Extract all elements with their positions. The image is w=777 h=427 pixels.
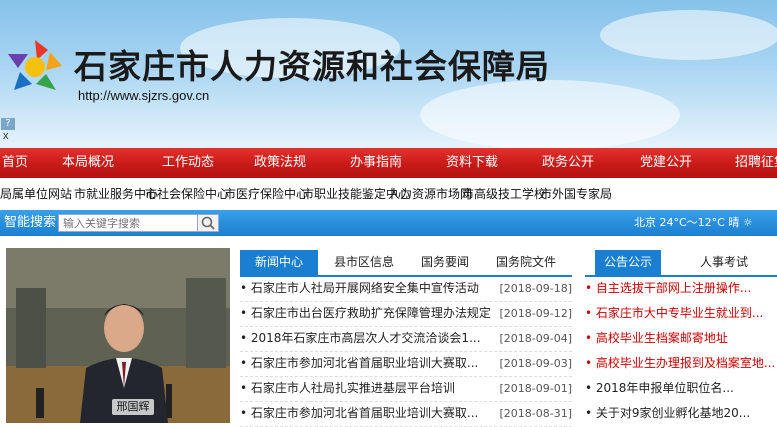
search-input[interactable] (58, 214, 208, 232)
news-item[interactable]: • 石家庄市出台医疗救助扩充保障管理办法规定 [2018-09-12] (240, 301, 572, 327)
news-title[interactable]: • 石家庄市出台医疗救助扩充保障管理办法规定 (240, 301, 495, 326)
nav-item[interactable]: 政务公开 (542, 148, 594, 178)
news-photo[interactable] (6, 248, 230, 423)
photo-caption: 邢国辉 (112, 399, 154, 415)
nav-item[interactable]: 政策法规 (254, 148, 306, 178)
news-title[interactable]: • 2018年石家庄市高层次人才交流洽谈会1... (240, 326, 495, 351)
cloud-decoration (420, 80, 680, 148)
news-item[interactable]: • 石家庄市人社局开展网络安全集中宣传活动 [2018-09-18] (240, 276, 572, 302)
notice-item[interactable]: • 石家庄市大中专毕业生就业到... (585, 301, 777, 326)
news-item[interactable]: • 2018年石家庄市高层次人才交流洽谈会1... [2018-09-04] (240, 326, 572, 352)
news-tab[interactable]: 新闻中心 (240, 250, 318, 275)
search-button[interactable] (197, 214, 219, 232)
nav-item[interactable]: 工作动态 (162, 148, 214, 178)
help-icon[interactable]: ? (1, 118, 15, 130)
quick-link[interactable]: 局属单位网站 (0, 180, 72, 208)
notice-tab[interactable]: 人事考试 (689, 250, 759, 275)
news-date: [2018-09-12] (499, 307, 572, 320)
main-nav: 首页 本局概况 工作动态 政策法规 办事指南 资料下载 政务公开 党建公开 招聘征集 (0, 148, 777, 178)
news-tab[interactable]: 国务要闻 (410, 250, 480, 275)
news-item[interactable]: • 石家庄市参加河北省首届职业培训大赛取... [2018-08-31] (240, 401, 572, 427)
site-header: 石家庄市人力资源和社会保障局 http://www.sjzrs.gov.cn ?… (0, 0, 777, 148)
nav-item[interactable]: 本局概况 (62, 148, 114, 178)
quick-links-bar: 局属单位网站 市就业服务中心 市社会保险中心 市医疗保险中心 市职业技能鉴定中心 人力资源… (0, 180, 777, 208)
news-title[interactable]: • 石家庄市人社局扎实推进基层平台培训 (240, 376, 495, 401)
weather-info: 北京 24°C～12°C 晴 ☼ (634, 216, 753, 229)
news-tabs: 新闻中心 县市区信息 国务要闻 国务院文件 (240, 250, 572, 277)
news-tab[interactable]: 县市区信息 (324, 250, 404, 275)
notice-item[interactable]: • 高校毕业生档案邮寄地址 (585, 326, 777, 351)
news-item[interactable]: • 石家庄市参加河北省首届职业培训大赛取... [2018-09-03] (240, 351, 572, 377)
site-title: 石家庄市人力资源和社会保障局 (74, 47, 550, 86)
search-bar: 智能搜索 北京 24°C～12°C 晴 ☼ (0, 210, 777, 236)
notice-item[interactable]: • 2018年申报单位职位名... (585, 376, 777, 401)
notice-item[interactable]: • 自主选拔干部网上注册操作... (585, 276, 777, 301)
nav-item[interactable]: 办事指南 (350, 148, 402, 178)
nav-item[interactable]: 党建公开 (640, 148, 692, 178)
news-title[interactable]: • 石家庄市参加河北省首届职业培训大赛取... (240, 351, 495, 376)
news-date: [2018-09-04] (499, 332, 572, 345)
quick-link[interactable]: 市社会保险中心 (145, 180, 229, 208)
quick-link[interactable]: 市医疗保险中心 (224, 180, 308, 208)
search-icon (201, 216, 215, 230)
news-tab[interactable]: 国务院文件 (486, 250, 566, 275)
quick-link[interactable]: 人力资源市场网 (388, 180, 472, 208)
nav-item[interactable]: 首页 (2, 148, 28, 178)
quick-link[interactable]: 市外国专家局 (540, 180, 612, 208)
news-date: [2018-08-31] (499, 407, 572, 420)
meeting-photo-image (6, 248, 230, 423)
close-icon[interactable]: x (3, 130, 9, 142)
news-date: [2018-09-01] (499, 382, 572, 395)
site-url[interactable]: http://www.sjzrs.gov.cn (78, 88, 209, 103)
nav-item[interactable]: 资料下载 (446, 148, 498, 178)
bureau-logo-icon[interactable] (4, 36, 66, 98)
notice-tab[interactable]: 公告公示 (595, 250, 661, 275)
news-date: [2018-09-03] (499, 357, 572, 370)
notice-item[interactable]: • 关于对9家创业孵化基地20... (585, 401, 777, 426)
notice-item[interactable]: • 高校毕业生办理报到及档案室地... (585, 351, 777, 376)
cloud-decoration (600, 10, 777, 60)
notice-tabs: 公告公示 人事考试 (585, 250, 777, 277)
quick-link[interactable]: 市高级技工学校 (462, 180, 546, 208)
news-title[interactable]: • 石家庄市人社局开展网络安全集中宣传活动 (240, 276, 495, 301)
news-date: [2018-09-18] (499, 282, 572, 295)
news-item[interactable]: • 石家庄市人社局扎实推进基层平台培训 [2018-09-01] (240, 376, 572, 402)
news-title[interactable]: • 石家庄市参加河北省首届职业培训大赛取... (240, 401, 495, 426)
search-label: 智能搜索 (4, 215, 57, 230)
nav-item[interactable]: 招聘征集 (735, 148, 777, 178)
